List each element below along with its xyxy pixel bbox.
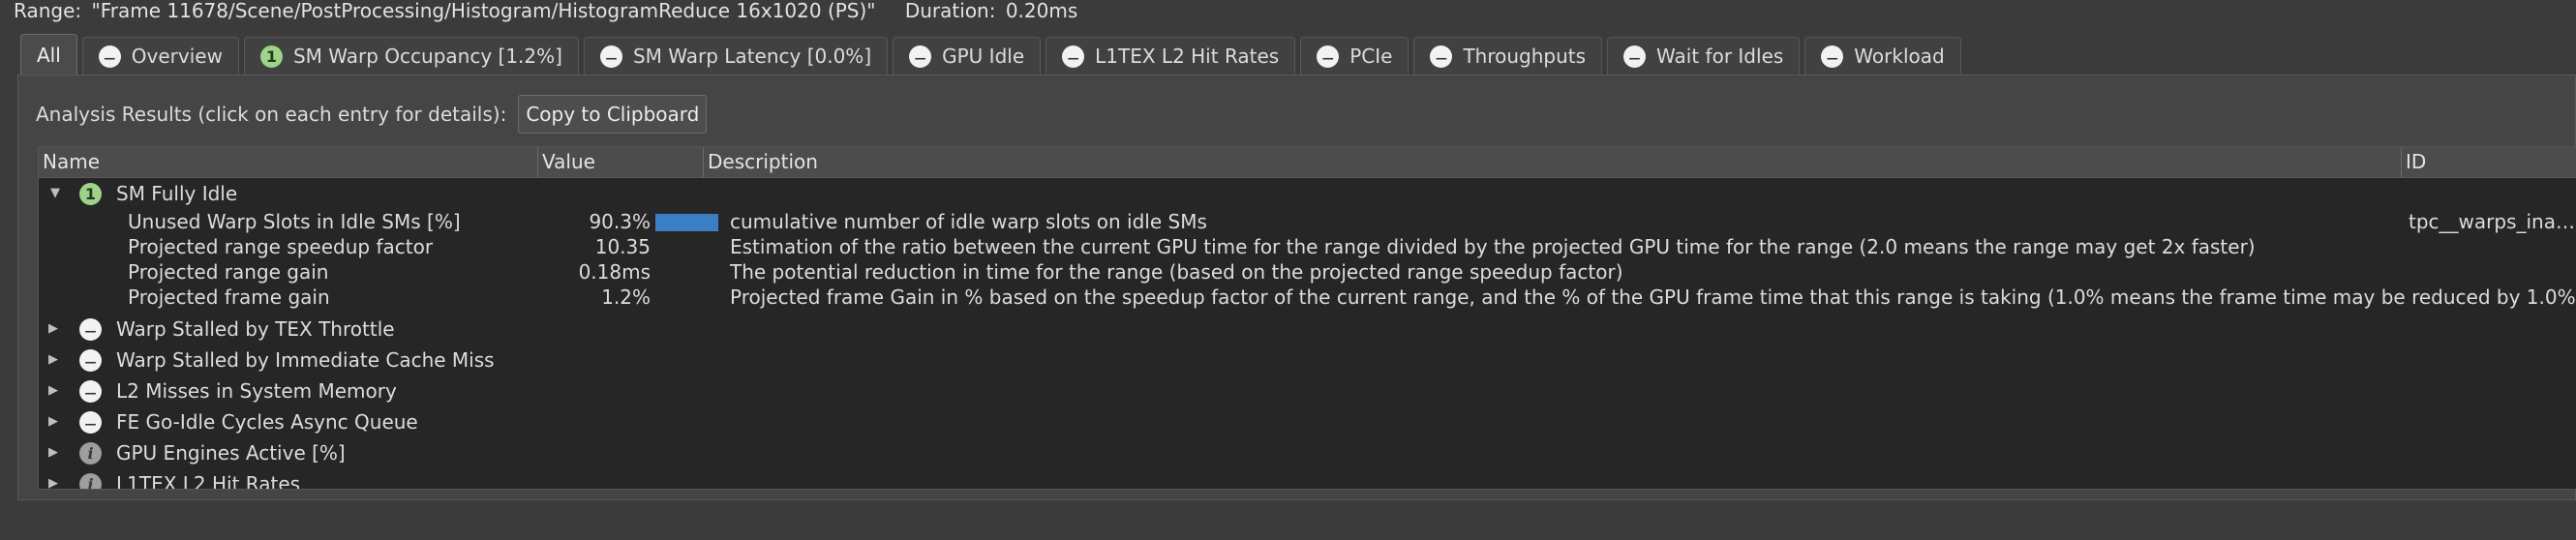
tab-label: L1TEX L2 Hit Rates — [1095, 45, 1280, 68]
tab-label: All — [37, 43, 61, 67]
column-header-id[interactable]: ID — [2402, 147, 2576, 177]
column-header-value[interactable]: Value — [538, 147, 704, 177]
tree-row-unused-warp-slots[interactable]: Unused Warp Slots in Idle SMs [%] 90.3% … — [39, 209, 2576, 234]
tree-header: Name Value Description ID — [39, 147, 2576, 178]
chevron-right-icon[interactable]: ▶ — [46, 437, 60, 468]
group-label: FE Go-Idle Cycles Async Queue — [116, 410, 418, 434]
chevron-right-icon[interactable]: ▶ — [46, 314, 60, 345]
tab-label: Wait for Idles — [1656, 45, 1784, 68]
minus-icon — [1430, 45, 1453, 68]
tree-group-l2-misses-system-memory[interactable]: ▶ L2 Misses in System Memory — [39, 375, 2576, 406]
row-name: Projected frame gain — [128, 285, 330, 309]
group-label: L1TEX L2 Hit Rates — [116, 472, 301, 490]
chevron-right-icon[interactable]: ▶ — [46, 468, 60, 489]
tree-group-gpu-engines-active[interactable]: ▶ i GPU Engines Active [%] — [39, 437, 2576, 468]
minus-icon — [1821, 45, 1844, 68]
tab-label: SM Warp Occupancy [1.2%] — [292, 45, 562, 68]
value-cell: 90.3% — [538, 209, 651, 234]
tab-label: SM Warp Latency [0.0%] — [632, 45, 872, 68]
duration-value: 0.20ms — [1005, 0, 1078, 22]
tree-group-warp-stalled-tex-throttle[interactable]: ▶ Warp Stalled by TEX Throttle — [39, 314, 2576, 345]
row-description: Estimation of the ratio between the curr… — [730, 235, 2256, 258]
info-icon: i — [79, 442, 102, 465]
row-id: tpc__warps_inacti... — [2409, 210, 2576, 233]
value-cell: 0.18ms — [538, 259, 651, 285]
tree-group-sm-fully-idle[interactable]: ▼ 1 SM Fully Idle — [39, 178, 2576, 209]
tab-wait-for-idles[interactable]: Wait for Idles — [1607, 37, 1801, 75]
minus-icon — [98, 45, 121, 68]
tree-group-l1tex-l2-hit-rates[interactable]: ▶ i L1TEX L2 Hit Rates — [39, 468, 2576, 490]
column-header-description[interactable]: Description — [704, 147, 2402, 177]
range-label: Range: — [14, 0, 82, 22]
tab-workload[interactable]: Workload — [1804, 37, 1961, 75]
minus-icon — [909, 45, 932, 68]
tree-group-warp-stalled-cache-miss[interactable]: ▶ Warp Stalled by Immediate Cache Miss — [39, 345, 2576, 375]
value-bar — [655, 214, 718, 231]
row-value: 0.18ms — [578, 260, 651, 284]
number-badge-icon: 1 — [259, 45, 283, 68]
minus-icon — [79, 318, 102, 341]
minus-icon — [79, 411, 102, 434]
minus-icon — [1062, 45, 1085, 68]
row-description: Projected frame Gain in % based on the s… — [730, 285, 2576, 309]
row-name: Unused Warp Slots in Idle SMs [%] — [128, 210, 461, 233]
column-header-name[interactable]: Name — [39, 147, 538, 177]
analysis-results-label: Analysis Results (click on each entry fo… — [36, 103, 507, 126]
tab-overview[interactable]: Overview — [81, 37, 239, 75]
row-value: 90.3% — [589, 210, 651, 233]
tab-label: Throughputs — [1463, 45, 1587, 68]
analysis-panel: Analysis Results (click on each entry fo… — [17, 75, 2576, 500]
value-cell: 1.2% — [538, 285, 651, 310]
tab-all[interactable]: All — [20, 34, 77, 75]
tab-sm-warp-occupancy[interactable]: 1 SM Warp Occupancy [1.2%] — [243, 37, 579, 75]
row-value: 1.2% — [601, 285, 651, 309]
row-value: 10.35 — [594, 235, 651, 258]
tab-sm-warp-latency[interactable]: SM Warp Latency [0.0%] — [583, 37, 889, 75]
info-icon: i — [79, 473, 102, 489]
analysis-toolbar: Analysis Results (click on each entry fo… — [36, 94, 708, 135]
row-name: Projected range gain — [128, 260, 329, 284]
tab-bar: All Overview 1 SM Warp Occupancy [1.2%] … — [20, 34, 1966, 75]
tab-label: Workload — [1854, 45, 1945, 68]
group-label: GPU Engines Active [%] — [116, 441, 346, 465]
row-description: The potential reduction in time for the … — [730, 260, 1623, 284]
tab-throughputs[interactable]: Throughputs — [1413, 37, 1603, 75]
number-badge-icon: 1 — [79, 183, 102, 205]
tab-label: GPU Idle — [942, 45, 1025, 68]
tab-label: Overview — [131, 45, 223, 68]
minus-icon — [1317, 45, 1340, 68]
minus-icon — [79, 349, 102, 372]
tree-row-projected-range-speedup[interactable]: Projected range speedup factor 10.35 Est… — [39, 234, 2576, 259]
chevron-right-icon[interactable]: ▶ — [46, 375, 60, 406]
group-label: Warp Stalled by TEX Throttle — [116, 317, 395, 341]
row-name: Projected range speedup factor — [128, 235, 434, 258]
chevron-right-icon[interactable]: ▶ — [46, 345, 60, 375]
tab-pcie[interactable]: PCIe — [1300, 37, 1409, 75]
value-cell: 10.35 — [538, 234, 651, 259]
tab-gpu-idle[interactable]: GPU Idle — [893, 37, 1042, 75]
chevron-down-icon[interactable]: ▼ — [48, 178, 62, 209]
group-label: SM Fully Idle — [116, 182, 238, 205]
tree-row-projected-frame-gain[interactable]: Projected frame gain 1.2% Projected fram… — [39, 285, 2576, 310]
copy-to-clipboard-button[interactable]: Copy to Clipboard — [518, 95, 708, 134]
minus-icon — [1623, 45, 1647, 68]
tab-label: PCIe — [1349, 45, 1393, 68]
duration-label: Duration: — [904, 0, 996, 22]
minus-icon — [599, 45, 622, 68]
range-value: "Frame 11678/Scene/PostProcessing/Histog… — [91, 0, 876, 22]
results-tree[interactable]: Name Value Description ID ▼ 1 SM Fully I… — [38, 146, 2576, 490]
row-description: cumulative number of idle warp slots on … — [730, 210, 1207, 233]
tree-row-projected-range-gain[interactable]: Projected range gain 0.18ms The potentia… — [39, 259, 2576, 285]
tab-l1tex-l2-hit-rates[interactable]: L1TEX L2 Hit Rates — [1046, 37, 1296, 75]
chevron-right-icon[interactable]: ▶ — [46, 406, 60, 437]
group-label: Warp Stalled by Immediate Cache Miss — [116, 348, 495, 372]
tree-group-fe-go-idle[interactable]: ▶ FE Go-Idle Cycles Async Queue — [39, 406, 2576, 437]
minus-icon — [79, 380, 102, 403]
group-label: L2 Misses in System Memory — [116, 379, 397, 403]
range-bar: Range: "Frame 11678/Scene/PostProcessing… — [0, 0, 2576, 23]
